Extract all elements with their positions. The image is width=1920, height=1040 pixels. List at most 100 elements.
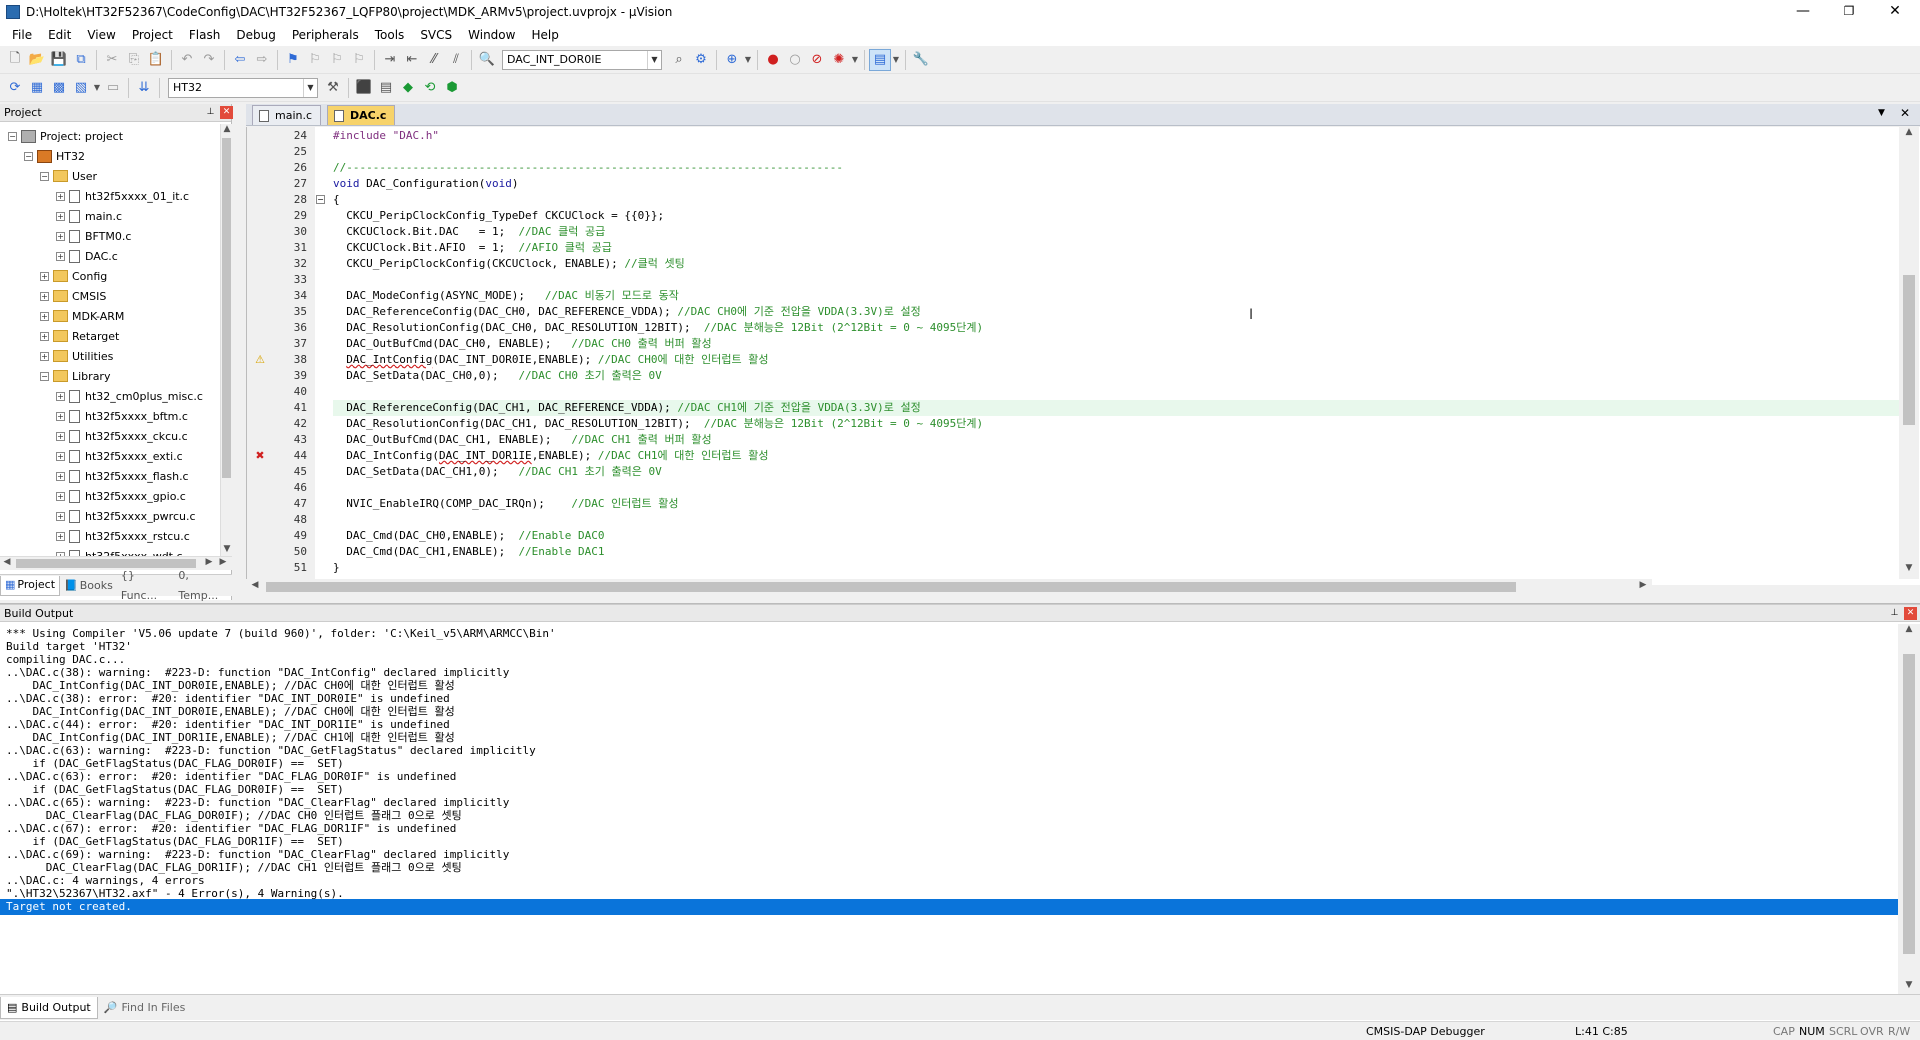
- comment-icon[interactable]: ⁄⁄: [423, 49, 445, 71]
- fold-collapse-icon[interactable]: −: [316, 195, 325, 204]
- kill-breakpoints-icon[interactable]: ✺: [828, 49, 850, 71]
- collapse-icon[interactable]: −: [8, 131, 17, 141]
- expand-icon[interactable]: +: [40, 271, 49, 281]
- code-line[interactable]: DAC_IntConfig(DAC_INT_DOR0IE,ENABLE); //…: [333, 352, 768, 368]
- code-line[interactable]: #include "DAC.h": [333, 128, 439, 144]
- chevron-down-icon[interactable]: ▼: [891, 49, 901, 71]
- tree-item[interactable]: + MDK-ARM: [40, 306, 124, 326]
- expand-icon[interactable]: +: [56, 511, 65, 521]
- code-area[interactable]: #include "DAC.h" //----------------------…: [327, 127, 1907, 579]
- scroll-up-icon[interactable]: ▲: [1902, 127, 1916, 137]
- chevron-down-icon[interactable]: ▼: [647, 50, 661, 69]
- scroll-down-icon[interactable]: ▼: [220, 544, 234, 554]
- expand-icon[interactable]: +: [40, 291, 49, 301]
- chevron-down-icon[interactable]: ▼: [743, 49, 753, 71]
- uncomment-icon[interactable]: ⫽: [445, 49, 467, 71]
- tab-dac-c[interactable]: DAC.c: [327, 105, 396, 125]
- tree-item[interactable]: + DAC.c: [56, 246, 118, 266]
- tree-item[interactable]: + ht32_cm0plus_misc.c: [56, 386, 203, 406]
- expand-icon[interactable]: +: [56, 391, 65, 401]
- collapse-icon[interactable]: −: [40, 371, 49, 381]
- menu-peripherals[interactable]: Peripherals: [284, 24, 367, 46]
- code-line[interactable]: }: [333, 560, 340, 576]
- tree-item[interactable]: + CMSIS: [40, 286, 106, 306]
- batch-build-icon[interactable]: ▧: [70, 77, 92, 99]
- code-line[interactable]: //--------------------------------------…: [333, 160, 843, 176]
- current-code-line[interactable]: DAC_ReferenceConfig(DAC_CH1, DAC_REFEREN…: [333, 400, 1905, 416]
- tab-templates[interactable]: 0, Temp...: [174, 569, 232, 602]
- tab-build-output[interactable]: ▤ Build Output: [0, 996, 98, 1019]
- code-line[interactable]: DAC_ResolutionConfig(DAC_CH1, DAC_RESOLU…: [333, 416, 983, 432]
- bookmark-clear-icon[interactable]: ⚐: [348, 49, 370, 71]
- code-editor[interactable]: 24 25 26 27 28 29 30 31 32 33 34 35 36 37 38 ⚠ 39 40 41 42 4…: [246, 127, 1920, 585]
- menu-window[interactable]: Window: [460, 24, 523, 46]
- scroll-left-icon[interactable]: ◀: [248, 580, 262, 590]
- find-combo[interactable]: DAC_INT_DOR0IE ▼: [502, 49, 662, 70]
- menu-file[interactable]: File: [4, 24, 40, 46]
- tree-vertical-scrollbar[interactable]: ▲ ▼: [220, 124, 232, 556]
- paste-icon[interactable]: 📋: [145, 49, 167, 71]
- manage-project-items-icon[interactable]: ▤: [375, 77, 397, 99]
- code-line[interactable]: CKCUClock.Bit.AFIO = 1; //AFIO 클럭 공급: [333, 240, 612, 256]
- expand-icon[interactable]: +: [56, 251, 65, 261]
- manage-components-icon[interactable]: ⬛: [353, 77, 375, 99]
- menu-svcs[interactable]: SVCS: [412, 24, 460, 46]
- selected-output-line[interactable]: Target not created.: [0, 899, 1898, 915]
- code-line[interactable]: CKCU_PeripClockConfig_TypeDef CKCUClock …: [333, 208, 664, 224]
- menu-project[interactable]: Project: [124, 24, 181, 46]
- build-output-scrollbar[interactable]: ▲ ▼: [1898, 624, 1920, 996]
- bookmark-toggle-icon[interactable]: ⚑: [282, 49, 304, 71]
- copy-icon[interactable]: ⎘: [123, 49, 145, 71]
- enable-breakpoint-icon[interactable]: ○: [784, 49, 806, 71]
- code-line[interactable]: DAC_SetData(DAC_CH1,0); //DAC CH1 초기 출력은…: [333, 464, 662, 480]
- menu-view[interactable]: View: [79, 24, 123, 46]
- code-line[interactable]: DAC_ModeConfig(ASYNC_MODE); //DAC 비동기 모드…: [333, 288, 679, 304]
- build-output-text[interactable]: *** Using Compiler 'V5.06 update 7 (buil…: [0, 624, 1898, 992]
- bookmark-prev-icon[interactable]: ⚐: [304, 49, 326, 71]
- find-icon[interactable]: ⌕: [668, 49, 690, 71]
- scroll-up-icon[interactable]: ▲: [1902, 624, 1916, 634]
- scroll-down-icon[interactable]: ▼: [1902, 563, 1916, 573]
- tree-item[interactable]: + ht32f5xxxx_wdt.c: [56, 546, 183, 556]
- code-line[interactable]: void DAC_Configuration(void): [333, 176, 518, 192]
- tree-item[interactable]: + ht32f5xxxx_ckcu.c: [56, 426, 188, 446]
- tree-item[interactable]: + ht32f5xxxx_rstcu.c: [56, 526, 190, 546]
- tab-books[interactable]: 📘 Books: [60, 576, 117, 596]
- select-software-packs-icon[interactable]: ⬢: [441, 77, 463, 99]
- tree-item[interactable]: + ht32f5xxxx_gpio.c: [56, 486, 186, 506]
- debug-session-icon[interactable]: ⊕: [721, 49, 743, 71]
- code-line[interactable]: DAC_Cmd(DAC_CH1,ENABLE); //Enable DAC1: [333, 544, 604, 560]
- target-combo[interactable]: HT32 ▼: [168, 77, 318, 98]
- stop-build-icon[interactable]: ▭: [102, 77, 124, 99]
- pack-installer-icon[interactable]: ⟲: [419, 77, 441, 99]
- expand-icon[interactable]: +: [40, 351, 49, 361]
- scroll-right-icon[interactable]: ▶: [1636, 580, 1650, 590]
- tab-find-in-files[interactable]: 🔎 Find In Files: [98, 997, 192, 1019]
- minimize-button[interactable]: —: [1780, 0, 1826, 24]
- tree-item[interactable]: − User: [40, 166, 97, 186]
- open-file-icon[interactable]: 📂: [26, 49, 48, 71]
- editor-vertical-scrollbar[interactable]: ▲ ▼: [1899, 127, 1919, 579]
- tree-item[interactable]: + ht32f5xxxx_01_it.c: [56, 186, 189, 206]
- save-all-icon[interactable]: ⧉: [70, 49, 92, 71]
- close-button[interactable]: ✕: [1872, 0, 1918, 24]
- tab-main-c[interactable]: main.c: [252, 105, 322, 125]
- menu-help[interactable]: Help: [523, 24, 566, 46]
- code-line[interactable]: DAC_ResolutionConfig(DAC_CH0, DAC_RESOLU…: [333, 320, 983, 336]
- tree-item[interactable]: − Project: project: [8, 126, 123, 146]
- unindent-icon[interactable]: ⇤: [401, 49, 423, 71]
- code-line[interactable]: CKCUClock.Bit.DAC = 1; //DAC 클럭 공급: [333, 224, 605, 240]
- expand-icon[interactable]: +: [56, 531, 65, 541]
- chevron-down-icon[interactable]: ▼: [303, 78, 317, 97]
- collapse-icon[interactable]: −: [24, 151, 33, 161]
- expand-icon[interactable]: +: [56, 191, 65, 201]
- close-icon[interactable]: ✕: [1904, 607, 1917, 620]
- maximize-button[interactable]: ❐: [1826, 0, 1872, 24]
- code-line[interactable]: DAC_ReferenceConfig(DAC_CH0, DAC_REFEREN…: [333, 304, 921, 320]
- save-icon[interactable]: 💾: [48, 49, 70, 71]
- scroll-up-icon[interactable]: ▲: [220, 124, 234, 134]
- warning-marker-icon[interactable]: ⚠: [253, 353, 267, 367]
- insert-breakpoint-icon[interactable]: ●: [762, 49, 784, 71]
- editor-horizontal-scrollbar[interactable]: ◀ ▶: [246, 579, 1652, 595]
- tree-item[interactable]: + ht32f5xxxx_exti.c: [56, 446, 183, 466]
